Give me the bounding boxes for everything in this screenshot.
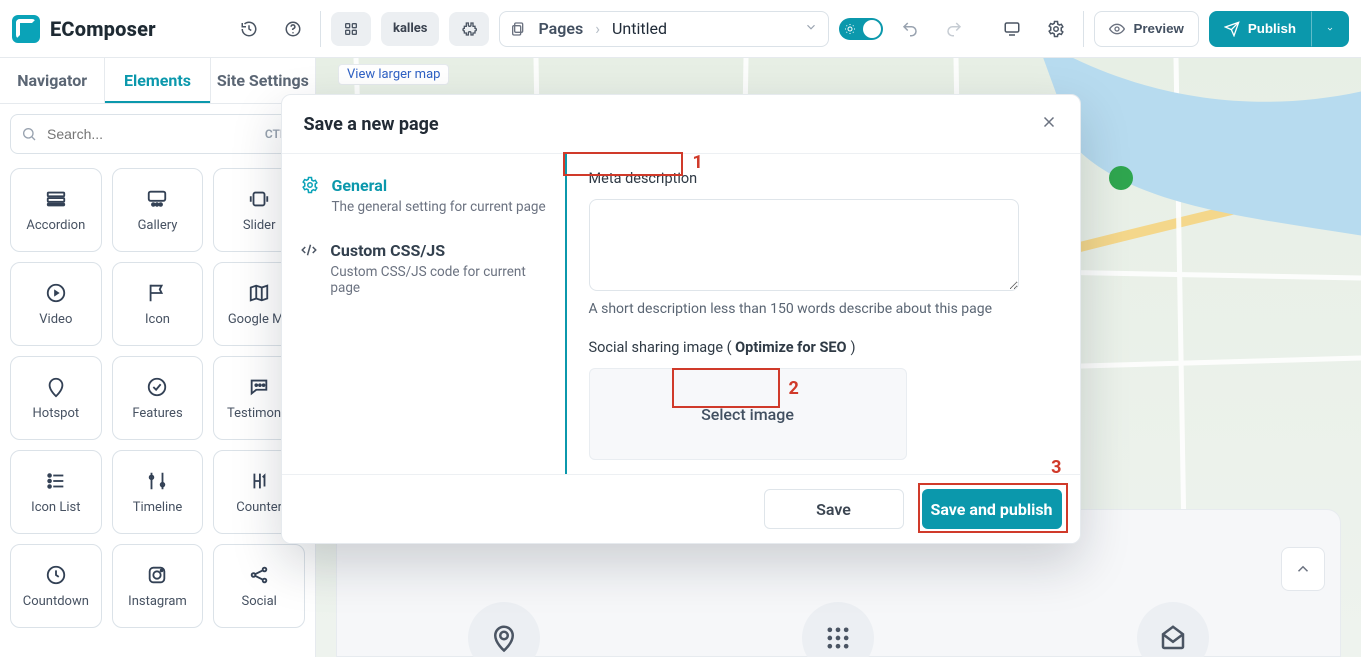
page-name: Untitled [612, 19, 667, 38]
separator [1083, 11, 1084, 47]
toolbar-left: kalles Pages › Untitled [331, 11, 971, 47]
brand: EComposer [12, 15, 222, 43]
nav-custom-cssjs[interactable]: Custom CSS/JS Custom CSS/JS code for cur… [300, 241, 547, 296]
pages-icon [510, 21, 526, 37]
meta-description-label: Meta description [589, 170, 698, 187]
modal-title: Save a new page [304, 114, 439, 135]
social-label-bold: Optimize for SEO [735, 339, 846, 356]
save-publish-label: Save and publish [930, 500, 1052, 519]
chevron-down-icon [1326, 22, 1334, 36]
publish-split: Publish [1209, 11, 1349, 47]
close-icon[interactable] [1040, 113, 1058, 135]
topbar-right: Preview Publish [995, 11, 1349, 47]
send-icon [1224, 21, 1240, 37]
pages-label: Pages [538, 19, 583, 38]
apps-icon[interactable] [331, 12, 371, 46]
nav-general-desc: The general setting for current page [332, 199, 546, 215]
settings-icon[interactable] [1039, 12, 1073, 46]
publish-label: Publish [1248, 21, 1296, 36]
annotation-2-number: 2 [789, 378, 799, 399]
meta-description-hint: A short description less than 150 words … [589, 301, 1058, 317]
brand-logo-icon [12, 15, 40, 43]
nav-general-title: General [332, 176, 546, 195]
modal-footer: Save Save and publish 3 [282, 474, 1080, 543]
separator [320, 11, 321, 47]
brand-title: EComposer [50, 17, 156, 41]
undo-icon[interactable] [893, 12, 927, 46]
theme-toggle[interactable] [839, 18, 883, 40]
preview-label: Preview [1133, 21, 1183, 36]
social-row: Social sharing image ( Optimize for SEO … [589, 337, 1058, 460]
modal-backdrop: Save a new page General The general sett… [0, 58, 1361, 657]
device-icon[interactable] [995, 12, 1029, 46]
modal-body: General The general setting for current … [282, 154, 1080, 474]
nav-custom-title: Custom CSS/JS [330, 241, 546, 260]
annotation-1-number: 1 [693, 152, 703, 173]
code-icon [300, 241, 319, 296]
select-image-label: Select image [701, 405, 794, 424]
addons-icon[interactable] [449, 12, 489, 46]
save-publish-button[interactable]: Save and publish [922, 489, 1062, 529]
nav-custom-desc: Custom CSS/JS code for current page [330, 264, 546, 296]
publish-dropdown[interactable] [1311, 11, 1349, 47]
preview-button[interactable]: Preview [1094, 11, 1198, 47]
modal-nav: General The general setting for current … [282, 154, 567, 474]
topbar: EComposer kalles Pages › Untitled [0, 0, 1361, 58]
page-breadcrumb[interactable]: Pages › Untitled [499, 11, 829, 47]
save-button[interactable]: Save [764, 489, 904, 529]
sun-icon [844, 23, 856, 35]
social-label-start: Social sharing image ( [589, 339, 736, 356]
select-image-box[interactable]: Select image [589, 368, 907, 460]
breadcrumb-sep: › [595, 19, 600, 38]
annotation-3-number: 3 [1051, 457, 1061, 478]
toggle-knob [863, 20, 881, 38]
save-page-modal: Save a new page General The general sett… [281, 94, 1081, 544]
meta-description-input[interactable] [589, 199, 1019, 291]
history-icon[interactable] [232, 12, 266, 46]
publish-button[interactable]: Publish [1209, 11, 1311, 47]
help-icon[interactable] [276, 12, 310, 46]
theme-chip[interactable]: kalles [381, 12, 439, 46]
modal-header: Save a new page [282, 95, 1080, 154]
save-label: Save [816, 500, 851, 519]
modal-main: Meta description A short description les… [567, 154, 1080, 474]
eye-icon [1109, 21, 1125, 37]
chevron-down-icon[interactable] [804, 19, 818, 38]
redo-icon[interactable] [937, 12, 971, 46]
social-label-end: ) [851, 339, 856, 356]
gear-icon [300, 176, 320, 215]
nav-general[interactable]: General The general setting for current … [300, 176, 547, 215]
